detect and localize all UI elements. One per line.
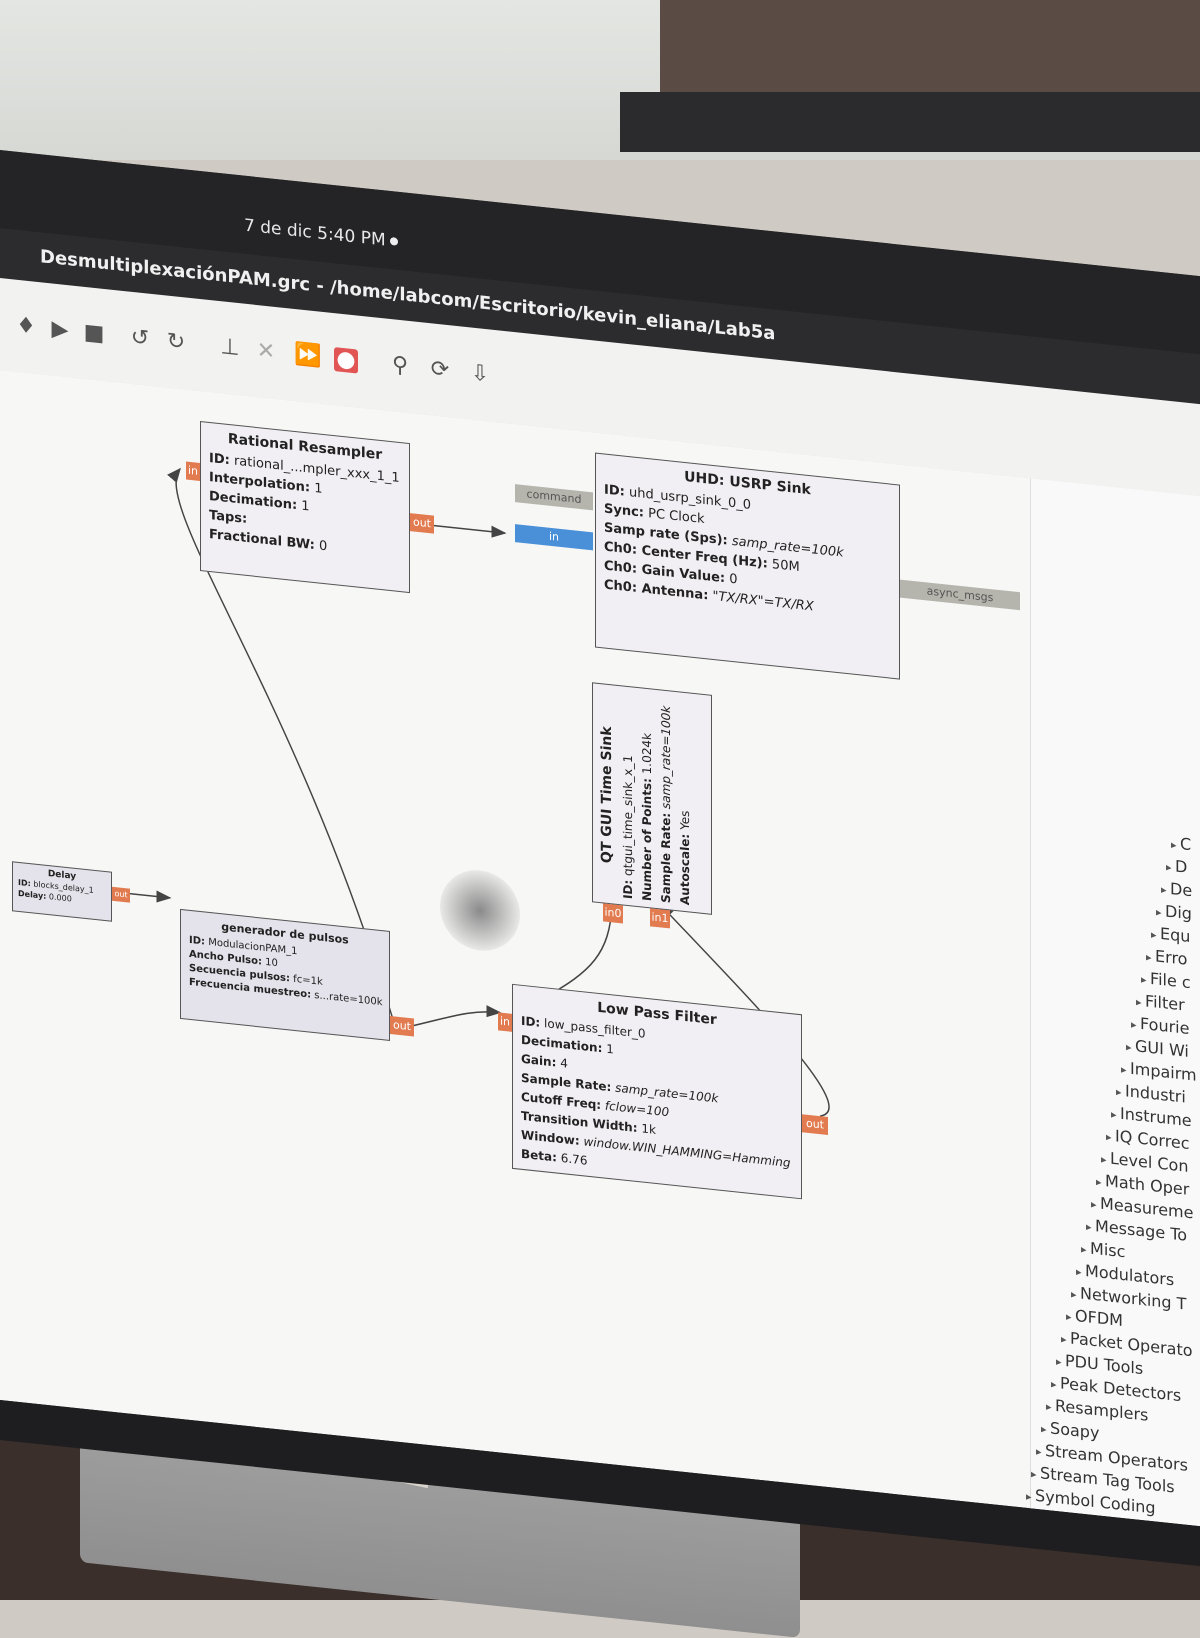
block-category-item[interactable]: Dig [1156,901,1192,923]
pulse-generator-block[interactable]: generador de pulsos ID: ModulacionPAM_1 … [180,908,390,1041]
time-sink-rotated-content: QT GUI Time Sink ID: qtgui_time_sink_x_1… [593,683,713,916]
block-library-panel: CDDeDigEquErroFile cFilterFourieGUI WiIm… [1030,478,1200,1527]
block-category-item[interactable]: File c [1141,968,1191,992]
export-icon[interactable]: ⇩ [468,360,492,388]
block-category-item[interactable]: Erro [1146,945,1187,968]
delay-block[interactable]: Delay ID: blocks_delay_1 Delay: 0.000 [12,861,112,922]
flowgraph-canvas[interactable]: Rational Resampler ID: rational_...mpler… [0,370,1200,1527]
lpf-in-port[interactable]: in [498,1012,512,1032]
system-clock[interactable]: 7 de dic 5:40 PM [244,216,386,251]
lightbulb-icon[interactable]: ♦ [14,313,38,340]
block-category-item[interactable]: C [1171,833,1191,854]
fast-forward-icon[interactable]: ⏩ [294,342,321,370]
block-category-item[interactable]: Industri [1116,1080,1186,1106]
background-monitor-back [620,92,1200,152]
screen: 7 de dic 5:40 PM DesmultiplexaciónPAM.gr… [0,150,1200,1527]
qt-time-sink-block[interactable]: QT GUI Time Sink ID: qtgui_time_sink_x_1… [592,682,712,915]
block-title: QT GUI Time Sink [599,725,615,865]
stop-icon[interactable]: ■ [82,320,106,348]
flowgraph-icon[interactable]: ⊥ [218,334,242,362]
notification-dot [390,236,398,246]
resampler-out-port[interactable]: out [410,513,434,534]
block-category-item[interactable]: Filter [1136,990,1185,1014]
block-param: ID: qtgui_time_sink_x_1 [621,754,635,900]
lpf-out-port[interactable]: out [802,1114,828,1136]
rational-resampler-block[interactable]: Rational Resampler ID: rational_...mpler… [200,421,410,594]
block-category-item[interactable]: Misc [1081,1238,1125,1262]
pulse-out-port[interactable]: out [390,1015,414,1037]
kill-icon[interactable]: ● [334,346,358,374]
block-category-item[interactable]: Soapy [1041,1417,1099,1442]
usrp-sink-block[interactable]: UHD: USRP Sink ID: uhd_usrp_sink_0_0 Syn… [595,452,900,680]
reload-icon[interactable]: ⟳ [428,356,452,384]
block-param: Autoscale: Yes [678,809,692,906]
block-category-item[interactable]: Equ [1151,923,1190,946]
disable-icon[interactable]: ✕ [254,338,278,366]
wire-pulse-lpf [404,1005,502,1029]
block-category-item[interactable]: GUI Wi [1126,1035,1189,1061]
block-category-item[interactable]: D [1166,856,1187,877]
block-param: Sample Rate: samp_rate=100k [659,704,673,904]
block-category-item[interactable]: OFDM [1066,1305,1123,1330]
block-category-item[interactable]: Fourie [1131,1013,1189,1038]
low-pass-filter-block[interactable]: Low Pass Filter ID: low_pass_filter_0 De… [512,983,802,1200]
delay-out-port[interactable]: out [112,886,130,903]
undo-icon[interactable]: ↺ [128,325,152,352]
resampler-in-port[interactable]: in [186,461,200,482]
play-icon[interactable]: ▶ [48,316,72,344]
time-sink-in1-port[interactable]: in1 [650,908,670,929]
block-param: Number of Points: 1.024k [640,732,654,902]
redo-icon[interactable]: ↻ [164,329,188,356]
search-icon[interactable]: ⚲ [388,352,412,380]
block-category-item[interactable]: Impairm [1121,1058,1197,1085]
block-category-item[interactable]: De [1161,878,1192,900]
time-sink-in0-port[interactable]: in0 [603,903,623,924]
